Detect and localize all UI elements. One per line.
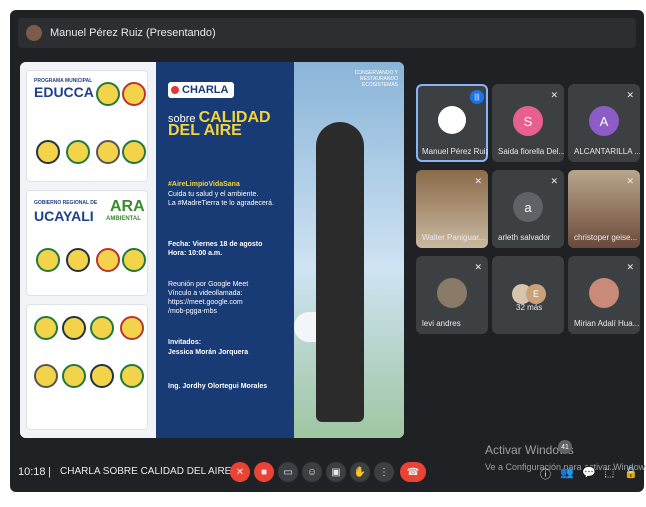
avatar: E bbox=[526, 284, 546, 304]
seal-logo bbox=[66, 140, 90, 164]
mic-off-icon: ✕ bbox=[550, 90, 558, 100]
participant-tile[interactable]: ✕ christoper geise... bbox=[568, 170, 640, 248]
participant-name: Walter Paniguar... bbox=[422, 233, 486, 242]
participant-tile[interactable]: ✕ levi andres bbox=[416, 256, 488, 334]
charla-badge: CHARLA bbox=[168, 82, 235, 98]
avatar: a bbox=[513, 192, 543, 222]
seal-logo bbox=[34, 316, 58, 340]
present-button[interactable]: ▣ bbox=[326, 462, 346, 482]
seal-logo bbox=[62, 316, 86, 340]
mic-off-icon: ✕ bbox=[474, 176, 482, 186]
seal-logo bbox=[62, 364, 86, 388]
participant-tile[interactable]: ✕ A ALCANTARILLA ... bbox=[568, 84, 640, 162]
captions-button[interactable]: ▭ bbox=[278, 462, 298, 482]
guest-2: Ing. Jordhy Olortegui Morales bbox=[168, 383, 268, 390]
camera-toggle-button[interactable]: ■ bbox=[254, 462, 274, 482]
seal-logo bbox=[90, 316, 114, 340]
seal-logo bbox=[122, 140, 146, 164]
activities-icon[interactable]: ⬚ bbox=[604, 466, 614, 479]
logo-card-educca: PROGRAMA MUNICIPAL EDUCCA bbox=[26, 70, 148, 182]
tagline: Cuida tu salud y el ambiente. La #MadreT… bbox=[168, 191, 274, 207]
clock: 10:18 bbox=[18, 466, 46, 478]
avatar: S bbox=[513, 106, 543, 136]
info-icon[interactable]: ⓘ bbox=[540, 466, 551, 482]
presenter-bar: Manuel Pérez Ruiz (Presentando) bbox=[18, 18, 636, 48]
event-title: sobre CALIDAD DEL AIRE bbox=[168, 110, 294, 139]
charla-label: CHARLA bbox=[182, 84, 229, 96]
hashtag: #AireLimpioVidaSana bbox=[168, 181, 240, 188]
more-options-button[interactable]: ⋮ bbox=[374, 462, 394, 482]
participant-tile[interactable]: ✕ Mirian Adalí Hua... bbox=[568, 256, 640, 334]
avatar bbox=[437, 278, 467, 308]
seal-logo bbox=[66, 248, 90, 272]
participant-name: ALCANTARILLA ... bbox=[574, 147, 640, 156]
logos-panel: PROGRAMA MUNICIPAL EDUCCA GOBIERNO REGIO… bbox=[20, 62, 156, 438]
participant-tile[interactable]: ||| Manuel Pérez Ruiz bbox=[416, 84, 488, 162]
seal-logo bbox=[96, 140, 120, 164]
seal-logo bbox=[122, 82, 146, 106]
logo-card-municipal bbox=[26, 304, 148, 430]
separator: | bbox=[48, 466, 51, 478]
seal-logo bbox=[36, 140, 60, 164]
avatar bbox=[589, 278, 619, 308]
participant-name: levi andres bbox=[422, 319, 461, 328]
meet-window: Manuel Pérez Ruiz (Presentando) PROGRAMA… bbox=[10, 10, 644, 492]
participant-tile[interactable]: ✕ S Saida fiorella Del... bbox=[492, 84, 564, 162]
date-line: Fecha: Viernes 18 de agosto Hora: 10:00 … bbox=[168, 241, 263, 257]
photo-panel: CONSERVANDO Y RESTAURANDO ECOSISTEMAS bbox=[294, 62, 404, 438]
participant-name: arleth salvador bbox=[498, 233, 551, 242]
participant-name: Saida fiorella Del... bbox=[498, 147, 564, 156]
seal-logo bbox=[34, 364, 58, 388]
seal-logo bbox=[36, 248, 60, 272]
right-note: CONSERVANDO Y RESTAURANDO ECOSISTEMAS bbox=[354, 70, 398, 88]
raise-hand-button[interactable]: ✋ bbox=[350, 462, 370, 482]
more-participants-label: 32 más bbox=[516, 303, 543, 312]
chat-icon[interactable]: 💬 bbox=[582, 466, 596, 479]
leave-call-button[interactable]: ☎ bbox=[400, 462, 426, 482]
people-icon[interactable]: 👥 bbox=[560, 466, 574, 479]
participant-name: Mirian Adalí Hua... bbox=[574, 319, 640, 328]
mic-toggle-button[interactable]: ✕ bbox=[230, 462, 250, 482]
participant-tile-more[interactable]: E 32 más bbox=[492, 256, 564, 334]
mic-off-icon: ✕ bbox=[626, 262, 634, 272]
speaking-indicator-icon: ||| bbox=[470, 90, 484, 104]
woman-figure bbox=[316, 122, 364, 422]
ara-title: ARA bbox=[110, 198, 145, 215]
ucayali-subtitle: GOBIERNO REGIONAL DE bbox=[34, 200, 98, 206]
meeting-name: CHARLA SOBRE CALIDAD DEL AIRE bbox=[60, 466, 232, 477]
seal-logo bbox=[120, 364, 144, 388]
shared-screen: PROGRAMA MUNICIPAL EDUCCA GOBIERNO REGIO… bbox=[20, 62, 404, 438]
guest-1: Jessica Morán Jorquera bbox=[168, 349, 249, 356]
invited-label: Invitados: bbox=[168, 339, 202, 346]
participant-tile[interactable]: ✕ a arleth salvador bbox=[492, 170, 564, 248]
mic-off-icon: ✕ bbox=[550, 176, 558, 186]
meet-line: Reunión por Google Meet Vínculo a videol… bbox=[168, 281, 249, 315]
emoji-button[interactable]: ☺ bbox=[302, 462, 322, 482]
educca-title: EDUCCA bbox=[34, 84, 94, 100]
mic-off-icon: ✕ bbox=[626, 176, 634, 186]
participant-tile[interactable]: ✕ Walter Paniguar... bbox=[416, 170, 488, 248]
ucayali-title: UCAYALI bbox=[34, 208, 94, 224]
seal-logo bbox=[96, 82, 120, 106]
avatar bbox=[438, 106, 466, 134]
record-dot-icon bbox=[171, 86, 179, 94]
participant-name: Manuel Pérez Ruiz bbox=[422, 147, 488, 156]
seal-logo bbox=[120, 316, 144, 340]
notification-badge: 41 bbox=[558, 440, 572, 454]
mic-off-icon: ✕ bbox=[626, 90, 634, 100]
seal-logo bbox=[96, 248, 120, 272]
seal-logo bbox=[122, 248, 146, 272]
logo-card-ucayali: GOBIERNO REGIONAL DE UCAYALI ARA AMBIENT… bbox=[26, 190, 148, 296]
participant-name: christoper geise... bbox=[574, 233, 638, 242]
avatar: A bbox=[589, 106, 619, 136]
lock-icon[interactable]: 🔒 bbox=[624, 466, 638, 479]
event-info-panel: CHARLA sobre CALIDAD DEL AIRE #AireLimpi… bbox=[156, 62, 294, 438]
seal-logo bbox=[90, 364, 114, 388]
ara-subtitle: AMBIENTAL bbox=[106, 216, 141, 222]
presenter-label: Manuel Pérez Ruiz (Presentando) bbox=[50, 27, 216, 39]
mic-off-icon: ✕ bbox=[474, 262, 482, 272]
presenter-avatar bbox=[26, 25, 42, 41]
